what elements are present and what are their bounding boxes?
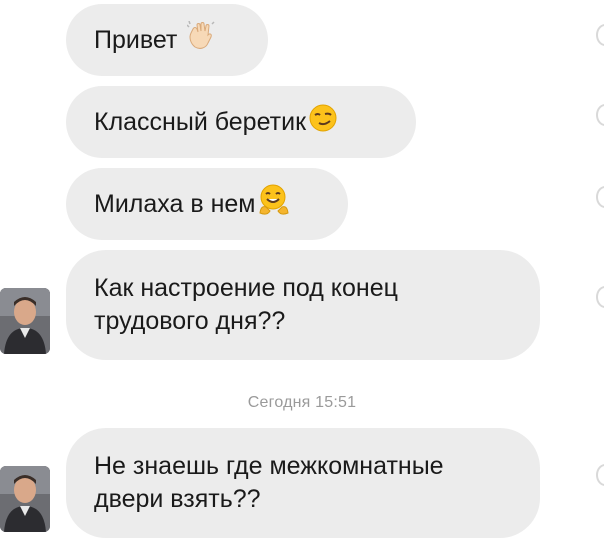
waving-hand-emoji-icon (186, 20, 215, 60)
read-status-icon (596, 286, 604, 308)
read-status-icon (596, 186, 604, 208)
user-photo-icon (0, 288, 50, 354)
message-bubble[interactable]: Не знаешь где межкомнатные двери взять?? (66, 428, 540, 538)
read-status-icon (596, 24, 604, 46)
message-text: Классный беретик (94, 107, 307, 136)
message-bubble[interactable]: Милаха в нем (66, 168, 348, 240)
message-text: Милаха в нем (94, 189, 256, 218)
smirking-face-emoji-icon (308, 103, 338, 142)
read-status-icon (596, 104, 604, 126)
hugging-face-emoji-icon (257, 183, 291, 226)
message-text: Как настроение под конец трудового дня?? (94, 274, 398, 335)
read-status-icon (596, 464, 604, 486)
user-photo-icon (0, 466, 50, 532)
message-bubble[interactable]: Классный беретик (66, 86, 416, 158)
date-separator: Сегодня 15:51 (247, 394, 357, 411)
sender-avatar[interactable] (0, 288, 50, 354)
message-text: Привет (94, 25, 178, 54)
message-text: Не знаешь где межкомнатные двери взять?? (94, 452, 444, 513)
message-bubble[interactable]: Как настроение под конец трудового дня?? (66, 250, 540, 360)
sender-avatar[interactable] (0, 466, 50, 532)
message-bubble[interactable]: Привет (66, 4, 268, 76)
